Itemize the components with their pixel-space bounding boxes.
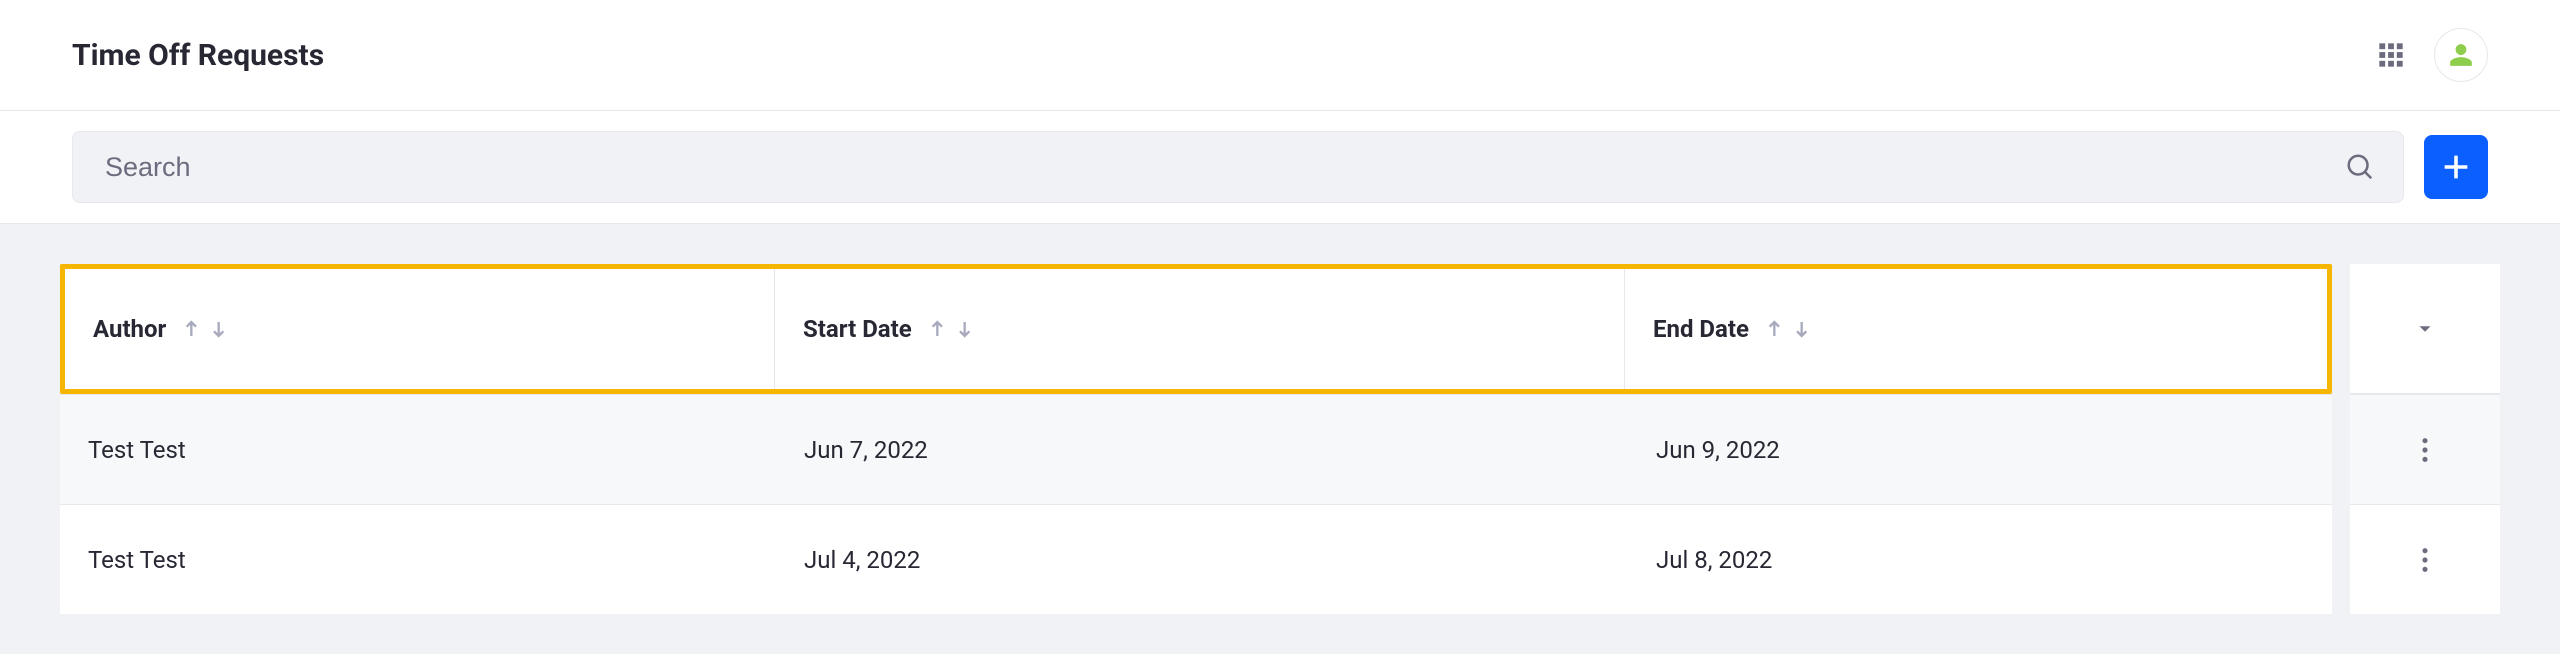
table-container: Author Start Date End Date (60, 264, 2500, 394)
table-row[interactable]: Test Test Jun 7, 2022 Jun 9, 2022 (60, 394, 2500, 504)
add-button[interactable] (2424, 135, 2488, 199)
sort-icon (182, 315, 228, 343)
row-actions-button[interactable] (2350, 394, 2500, 504)
actions-column-header-wrap (2350, 264, 2500, 394)
topbar: Time Off Requests (0, 0, 2560, 111)
table-row[interactable]: Test Test Jul 4, 2022 Jul 8, 2022 (60, 504, 2500, 614)
chevron-down-icon (2414, 318, 2436, 340)
column-label: Author (93, 315, 166, 343)
cell-end-date: Jun 9, 2022 (1628, 436, 2332, 464)
column-header-author[interactable]: Author (65, 269, 775, 389)
search-icon (2345, 152, 2375, 182)
sort-icon (1765, 315, 1811, 343)
cell-author: Test Test (60, 546, 776, 574)
kebab-menu-icon (2421, 546, 2429, 574)
apps-grid-icon[interactable] (2376, 40, 2406, 70)
cell-author: Test Test (60, 436, 776, 464)
table-body: Test Test Jun 7, 2022 Jun 9, 2022 Test T… (60, 394, 2500, 614)
row-actions-button[interactable] (2350, 504, 2500, 614)
table-header-row: Author Start Date End Date (65, 269, 2327, 389)
page-title: Time Off Requests (72, 38, 324, 73)
column-header-end-date[interactable]: End Date (1625, 269, 2327, 389)
search-field-wrap (72, 131, 2404, 203)
content-area: Author Start Date End Date (0, 224, 2560, 654)
plus-icon (2439, 150, 2473, 184)
kebab-menu-icon (2421, 436, 2429, 464)
table-header-highlighted: Author Start Date End Date (60, 264, 2332, 394)
row-main: Test Test Jul 4, 2022 Jul 8, 2022 (60, 504, 2332, 614)
cell-end-date: Jul 8, 2022 (1628, 546, 2332, 574)
topbar-actions (2376, 28, 2488, 82)
toolbar (0, 111, 2560, 224)
column-header-start-date[interactable]: Start Date (775, 269, 1625, 389)
sort-icon (928, 315, 974, 343)
column-label: End Date (1653, 315, 1749, 343)
search-button[interactable] (2317, 132, 2403, 202)
column-options-dropdown[interactable] (2350, 264, 2500, 394)
user-avatar[interactable] (2434, 28, 2488, 82)
column-label: Start Date (803, 315, 912, 343)
search-input[interactable] (73, 132, 2317, 202)
cell-start-date: Jun 7, 2022 (776, 436, 1628, 464)
cell-start-date: Jul 4, 2022 (776, 546, 1628, 574)
row-main: Test Test Jun 7, 2022 Jun 9, 2022 (60, 394, 2332, 504)
